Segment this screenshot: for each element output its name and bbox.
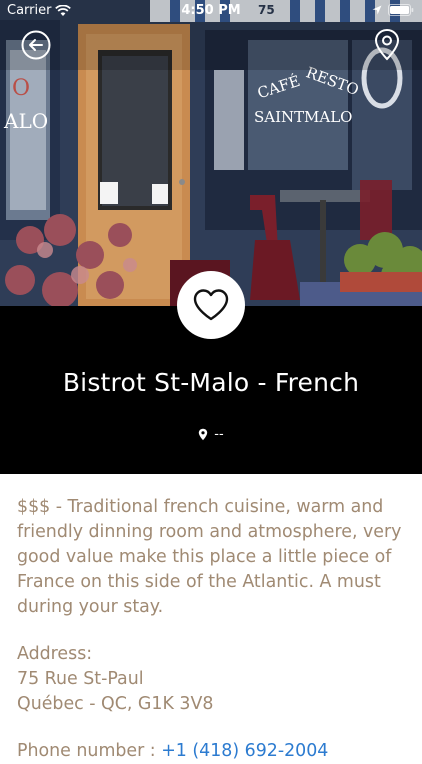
location-pin-icon: [199, 428, 208, 441]
status-bar: Carrier 4:50 PM: [0, 0, 422, 22]
address-block: Address: 75 Rue St-Paul Québec - QC, G1K…: [17, 642, 409, 717]
details-content: $$$ - Traditional french cuisine, warm a…: [17, 495, 409, 764]
distance-value: --: [214, 427, 224, 442]
status-indicators: [372, 4, 414, 16]
phone-number-link[interactable]: +1 (418) 692-2004: [161, 741, 328, 761]
location-arrow-icon: [372, 5, 382, 15]
status-time: 4:50 PM: [181, 3, 241, 18]
address-line1: 75 Rue St-Paul: [17, 669, 144, 689]
restaurant-photo: 75 O ALO CAFÉ RESTO SAINT MALO: [0, 0, 422, 306]
sign-malo: MALO: [304, 108, 352, 126]
back-arrow-circle-icon: [21, 30, 51, 60]
sign-saint: SAINT: [254, 108, 304, 126]
favorite-button[interactable]: [177, 271, 245, 339]
distance-row: --: [0, 427, 422, 442]
svg-text:O: O: [12, 76, 30, 101]
address-label: Address:: [17, 644, 93, 664]
phone-row: Phone number : +1 (418) 692-2004: [17, 739, 409, 764]
address-line2: Québec - QC, G1K 3V8: [17, 694, 214, 714]
storefront-illustration: 75 O ALO CAFÉ RESTO SAINT MALO: [0, 0, 422, 306]
phone-label: Phone number :: [17, 741, 162, 761]
description-text: $$$ - Traditional french cuisine, warm a…: [17, 497, 402, 617]
heart-icon: [193, 289, 229, 321]
restaurant-name: Bistrot St-Malo - French: [62, 368, 360, 397]
back-button[interactable]: [20, 29, 52, 61]
battery-icon: [388, 4, 414, 16]
map-pin-icon: [374, 28, 400, 61]
svg-text:ALO: ALO: [3, 109, 48, 133]
map-button[interactable]: [374, 28, 400, 62]
